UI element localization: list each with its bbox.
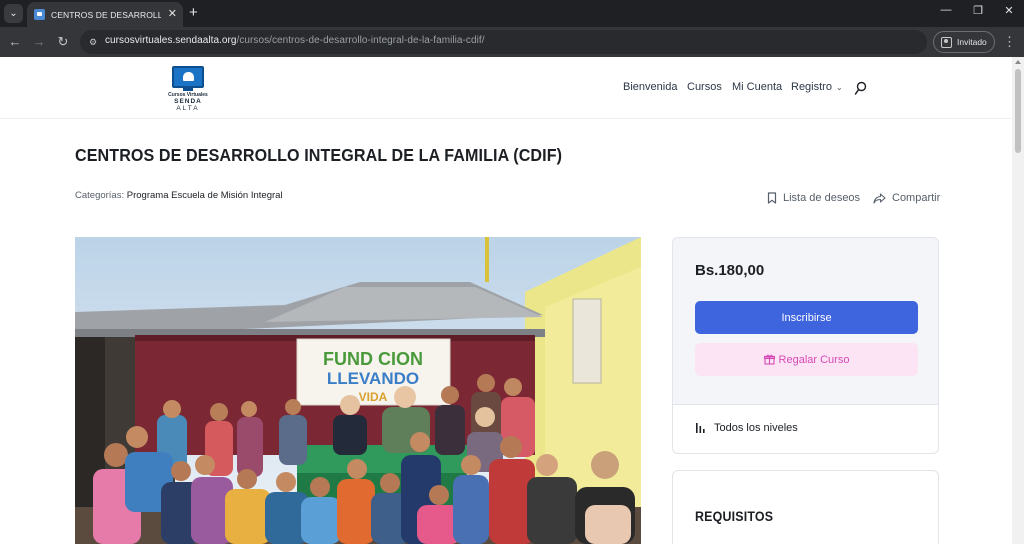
- forward-arrow-icon[interactable]: →: [31, 34, 47, 50]
- banner-text-2: LLEVANDO: [327, 369, 419, 388]
- minimize-icon[interactable]: —: [936, 4, 956, 16]
- course-photo-illustration: FUND CION LLEVANDO VIDA: [75, 237, 641, 544]
- gift-course-label: Regalar Curso: [778, 353, 850, 366]
- enroll-card-top: Bs.180,00 Inscribirse Regalar Curso: [673, 238, 938, 405]
- wishlist-button[interactable]: Lista de deseos: [767, 192, 860, 204]
- enroll-button[interactable]: Inscribirse: [695, 301, 918, 334]
- profile-label: Invitado: [957, 37, 987, 47]
- logo-text-line2: SENDA: [174, 98, 202, 105]
- page-scrollbar[interactable]: [1012, 57, 1024, 544]
- site-header: Cursos Virtuales SENDA ALTA Bienvenida C…: [0, 57, 1012, 119]
- address-bar[interactable]: ⚙ cursosvirtuales.sendaalta.org/cursos/c…: [80, 30, 927, 54]
- new-tab-plus-icon[interactable]: +: [189, 5, 198, 21]
- browser-toolbar: ← → ↻ ⚙ cursosvirtuales.sendaalta.org/cu…: [0, 27, 1024, 57]
- gift-icon: [763, 354, 775, 365]
- close-icon[interactable]: ✕: [168, 7, 177, 21]
- site-logo[interactable]: Cursos Virtuales SENDA ALTA: [166, 66, 210, 112]
- bookmark-icon: [767, 192, 777, 204]
- categories-label: Categorías:: [75, 190, 125, 201]
- site-settings-icon[interactable]: ⚙: [86, 35, 100, 49]
- monitor-logo-icon: [172, 66, 204, 88]
- tab-search-button[interactable]: ⌄: [4, 4, 23, 23]
- reload-icon[interactable]: ↻: [55, 34, 71, 50]
- wishlist-label: Lista de deseos: [783, 192, 861, 204]
- requirements-card: REQUISITOS: [672, 470, 939, 544]
- site-favicon-icon: [34, 9, 45, 20]
- scroll-up-arrow-icon[interactable]: [1015, 60, 1021, 64]
- browser-tab-bar: ⌄ CENTROS DE DESARROLLO INTE ✕ + — ❐ ✕: [0, 0, 1024, 27]
- search-icon[interactable]: [854, 81, 867, 96]
- nav-cursos[interactable]: Cursos: [687, 81, 722, 93]
- chevron-down-icon: ⌄: [835, 83, 843, 92]
- guest-profile-icon: [941, 36, 952, 48]
- course-level: Todos los niveles: [695, 422, 798, 434]
- logo-text-line3: ALTA: [176, 105, 200, 112]
- nav-registro[interactable]: Registro ⌄: [791, 81, 843, 93]
- restore-icon[interactable]: ❐: [968, 4, 988, 17]
- chevron-down-icon: ⌄: [9, 8, 18, 19]
- scrollbar-thumb[interactable]: [1015, 69, 1021, 153]
- course-title: CENTROS DE DESARROLLO INTEGRAL DE LA FAM…: [75, 145, 563, 165]
- profile-button[interactable]: Invitado: [933, 31, 995, 53]
- course-level-label: Todos los niveles: [714, 422, 798, 434]
- nav-bienvenida[interactable]: Bienvenida: [623, 81, 677, 93]
- url-host: cursosvirtuales.sendaalta.org: [105, 35, 237, 46]
- course-categories: Categorías: Programa Escuela de Misión I…: [75, 190, 283, 201]
- nav-registro-label: Registro: [791, 81, 832, 93]
- course-price: Bs.180,00: [695, 262, 765, 279]
- course-image: FUND CION LLEVANDO VIDA: [75, 237, 641, 544]
- browser-tab[interactable]: CENTROS DE DESARROLLO INTE ✕: [27, 2, 183, 27]
- banner-text-1: FUND CION: [323, 349, 423, 369]
- share-label: Compartir: [892, 192, 941, 204]
- level-bars-icon: [696, 423, 705, 433]
- tab-title: CENTROS DE DESARROLLO INTE: [51, 9, 161, 20]
- enroll-card: Bs.180,00 Inscribirse Regalar Curso Todo…: [672, 237, 939, 454]
- page-viewport: Cursos Virtuales SENDA ALTA Bienvenida C…: [0, 57, 1024, 544]
- more-menu-icon[interactable]: ⋮: [1003, 34, 1016, 50]
- category-link[interactable]: Programa Escuela de Misión Integral: [127, 190, 283, 201]
- url-text[interactable]: cursosvirtuales.sendaalta.org/cursos/cen…: [105, 35, 485, 46]
- requirements-title: REQUISITOS: [695, 509, 774, 524]
- window-close-icon[interactable]: ✕: [999, 4, 1019, 17]
- share-arrow-icon: [873, 192, 886, 204]
- url-path: /cursos/centros-de-desarrollo-integral-d…: [236, 35, 485, 46]
- monitor-stand: [183, 88, 193, 91]
- share-button[interactable]: Compartir: [873, 192, 940, 204]
- back-arrow-icon[interactable]: ←: [7, 34, 23, 50]
- nav-mi-cuenta[interactable]: Mi Cuenta: [732, 81, 782, 93]
- gift-course-button[interactable]: Regalar Curso: [695, 343, 918, 376]
- banner-text-3: VIDA: [359, 390, 388, 404]
